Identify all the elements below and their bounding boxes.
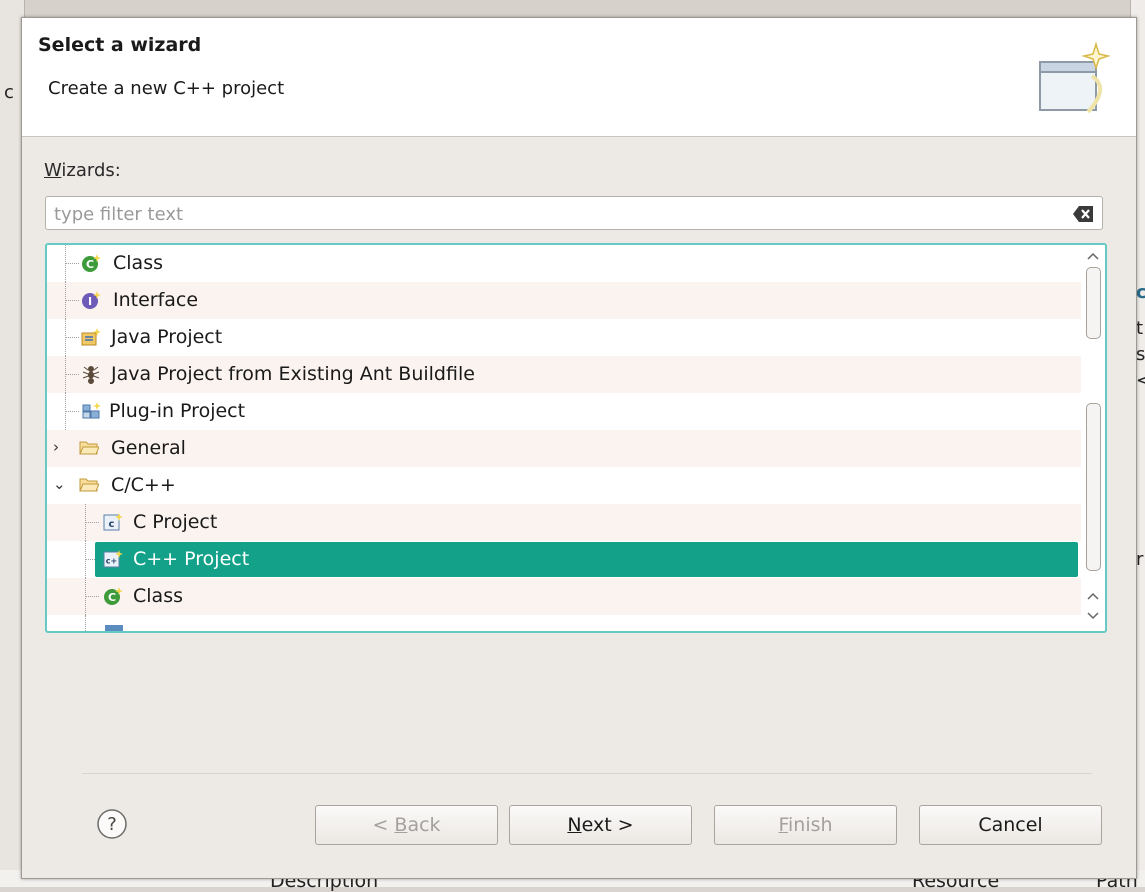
tree-scrollbar[interactable] (1081, 245, 1105, 631)
c-project-icon: c (103, 513, 123, 531)
svg-text:c: c (109, 519, 115, 530)
svg-text:C: C (108, 591, 116, 604)
partial-item-icon (105, 625, 123, 631)
tree-item-plugin-project[interactable]: Plug-in Project (47, 393, 1081, 430)
tree-item-label: C/C++ (111, 474, 176, 496)
wizards-mnemonic: W (44, 160, 62, 181)
filter-input[interactable] (52, 200, 1056, 228)
wizard-tree[interactable]: C Class I Interface Java Project Java Pr… (45, 243, 1107, 633)
folder-icon (79, 441, 99, 455)
tree-item-label: Plug-in Project (109, 400, 246, 422)
next-button[interactable]: Next > (509, 805, 692, 845)
svg-text:?: ? (107, 814, 117, 835)
scroll-up-icon[interactable] (1085, 589, 1101, 603)
scroll-down-icon[interactable] (1085, 609, 1101, 623)
background-fragment: s (1136, 344, 1145, 365)
finish-button-label: inish (788, 814, 833, 836)
tree-item-c-project[interactable]: c C Project (47, 504, 1081, 541)
back-button-prefix: < (372, 814, 395, 836)
help-icon[interactable]: ? (96, 808, 128, 840)
new-wizard-icon (1039, 41, 1110, 114)
back-button-label: ack (407, 814, 441, 836)
scroll-up-icon[interactable] (1085, 249, 1101, 263)
tree-item-class[interactable]: C Class (47, 245, 1081, 282)
tree-item-label: General (111, 437, 186, 459)
finish-button[interactable]: Finish (714, 805, 897, 845)
background-fragment: r (1136, 549, 1144, 570)
svg-text:I: I (88, 295, 92, 308)
tree-item-cpp-project[interactable]: c+ C++ Project (47, 541, 1081, 578)
tree-item-cpp-class[interactable]: C Class (47, 578, 1081, 615)
tree-item-label: Class (113, 252, 163, 274)
svg-text:C: C (86, 258, 94, 271)
tree-item-label: C Project (133, 511, 218, 533)
tree-item-general[interactable]: › General (47, 430, 1081, 467)
cpp-class-icon: C (104, 587, 123, 605)
folder-icon (79, 478, 99, 492)
tree-item-ant-project[interactable]: Java Project from Existing Ant Buildfile (47, 356, 1081, 393)
finish-button-mnemonic: F (778, 814, 788, 836)
java-interface-icon: I (82, 291, 101, 309)
cpp-project-icon: c+ (103, 550, 123, 568)
page-title: Select a wizard (38, 34, 202, 56)
back-button-mnemonic: B (394, 814, 408, 836)
wizards-label-text: izards: (61, 160, 121, 181)
wizard-banner: Select a wizard Create a new C++ project (22, 18, 1136, 137)
chevron-right-icon[interactable]: › (53, 438, 59, 456)
background-fragment: c (1136, 282, 1145, 303)
clear-filter-icon[interactable] (1072, 205, 1094, 223)
scrollbar-track-segment[interactable] (1086, 403, 1101, 571)
button-bar-separator (82, 773, 1092, 774)
svg-text:c+: c+ (106, 557, 117, 566)
back-button[interactable]: < Back (315, 805, 498, 845)
background-fragment: t (1136, 318, 1144, 339)
next-button-mnemonic: N (567, 814, 582, 836)
plugin-project-icon (82, 402, 101, 419)
tree-item-label: Class (133, 585, 183, 607)
tree-item-partial[interactable] (47, 615, 1081, 631)
tree-item-label: Interface (113, 289, 199, 311)
filter-field[interactable] (45, 196, 1103, 230)
scrollbar-thumb[interactable] (1086, 267, 1101, 339)
tree-item-java-project[interactable]: Java Project (47, 319, 1081, 356)
tree-item-label: Java Project (111, 326, 223, 348)
cancel-button[interactable]: Cancel (919, 805, 1102, 845)
background-fragment: < (1136, 370, 1145, 391)
chevron-down-icon[interactable]: ⌄ (53, 475, 66, 493)
java-project-icon (81, 328, 101, 346)
wizards-label: Wizards: (44, 160, 121, 181)
next-button-label: ext > (581, 814, 634, 836)
new-wizard-dialog: Select a wizard Create a new C++ project… (21, 17, 1137, 879)
page-description: Create a new C++ project (48, 78, 285, 99)
ant-icon (82, 366, 100, 384)
java-class-icon: C (82, 254, 101, 272)
tree-item-label: Java Project from Existing Ant Buildfile (111, 363, 475, 385)
tree-item-c-cpp[interactable]: ⌄ C/C++ (47, 467, 1081, 504)
tree-item-interface[interactable]: I Interface (47, 282, 1081, 319)
tree-item-label: C++ Project (133, 548, 250, 570)
background-fragment: c (4, 82, 14, 103)
